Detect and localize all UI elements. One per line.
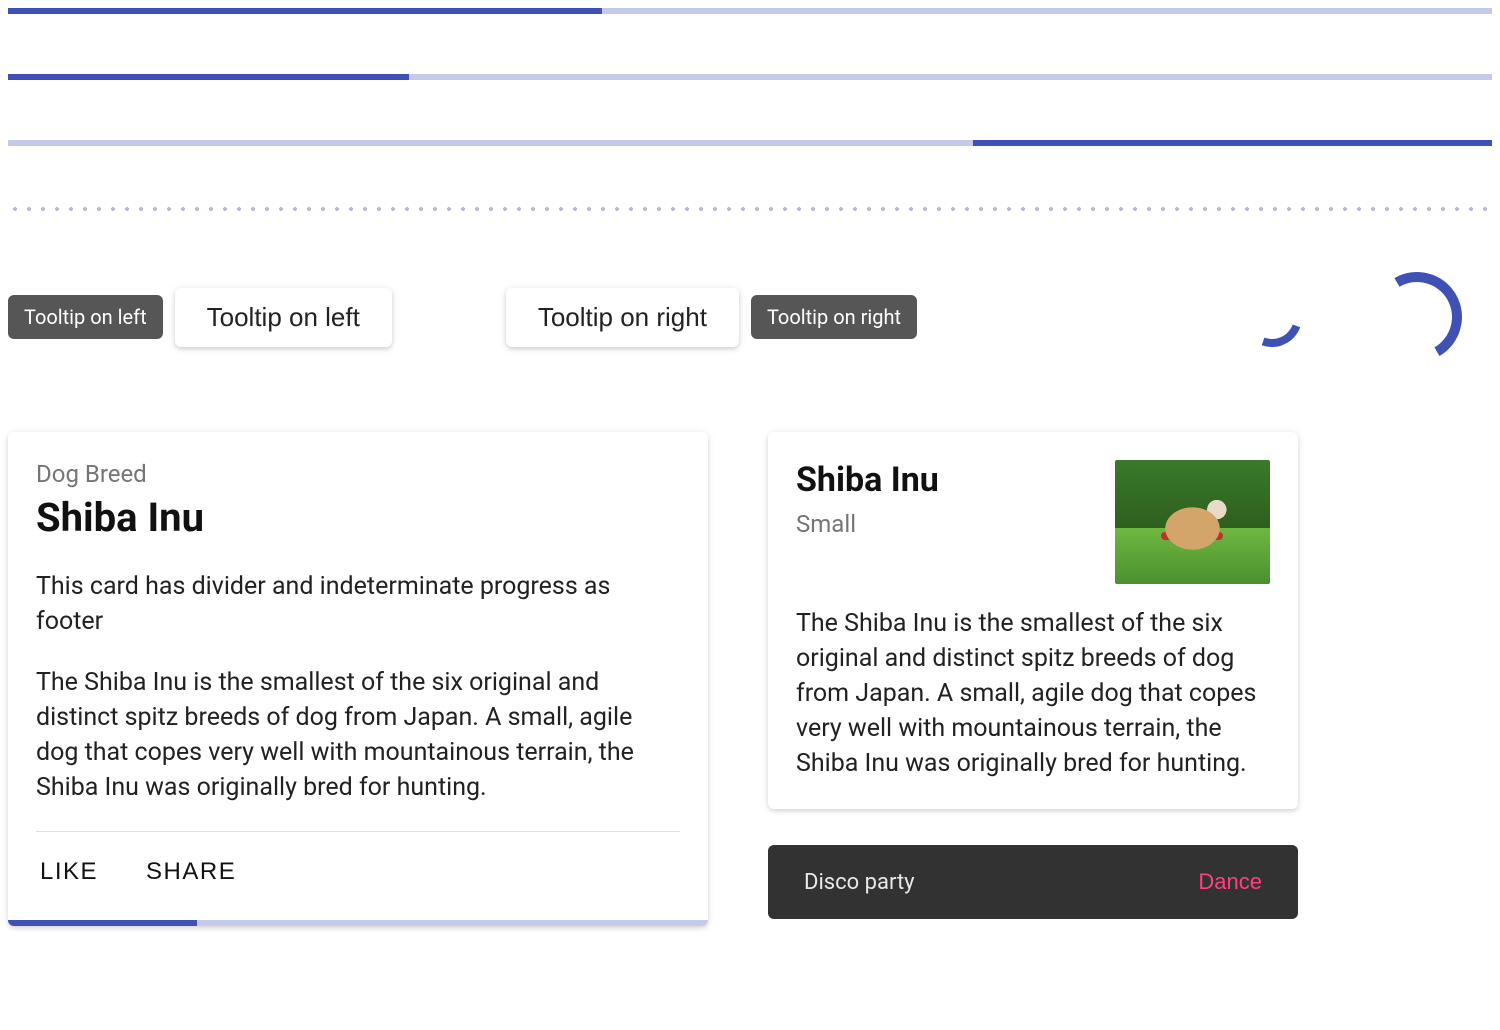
progress-bar-determinate-2 [8,74,1492,80]
card-paragraph: The Shiba Inu is the smallest of the six… [796,606,1270,781]
share-button[interactable]: SHARE [142,850,240,894]
progress-bar-indeterminate [8,920,708,926]
card-subtitle: Dog Breed [36,460,680,488]
tooltip-row: Tooltip on left Tooltip on left Tooltip … [8,272,1492,362]
tooltip-button-right[interactable]: Tooltip on right [506,288,739,347]
card-paragraph: This card has divider and indeterminate … [36,569,680,639]
progress-bar-buffer [8,206,1492,212]
divider [36,831,680,832]
cards-row: Dog Breed Shiba Inu This card has divide… [8,432,1492,926]
tooltip-label-left: Tooltip on left [8,295,163,339]
card-actions: LIKE SHARE [36,850,680,926]
progress-bar-query [8,140,1492,146]
snackbar-action-button[interactable]: Dance [1198,869,1262,895]
card-paragraph: The Shiba Inu is the smallest of the six… [36,665,680,805]
progress-fill [8,8,602,14]
snackbar: Disco party Dance [768,845,1298,919]
card-title: Shiba Inu [796,460,1095,500]
tooltip-button-left[interactable]: Tooltip on left [175,288,392,347]
card-title: Shiba Inu [36,494,680,541]
dog-image [1115,460,1270,584]
spinner-icon [1232,277,1312,357]
snackbar-message: Disco party [804,870,915,895]
buffer-dots-icon [8,206,1492,212]
like-button[interactable]: LIKE [36,850,102,894]
card-header: Shiba Inu Small [796,460,1270,584]
progress-fill [8,74,409,80]
card-dog-breed: Dog Breed Shiba Inu This card has divide… [8,432,708,926]
right-column: Shiba Inu Small The Shiba Inu is the sma… [768,432,1492,926]
progress-bar-determinate-1 [8,8,1492,14]
progress-fill [973,140,1492,146]
spinner-group [1242,272,1492,362]
tooltip-label-right: Tooltip on right [751,295,917,339]
card-subtitle: Small [796,510,1095,538]
progress-segment [8,920,197,926]
spinner-icon [1362,262,1472,372]
card-shiba-compact: Shiba Inu Small The Shiba Inu is the sma… [768,432,1298,809]
